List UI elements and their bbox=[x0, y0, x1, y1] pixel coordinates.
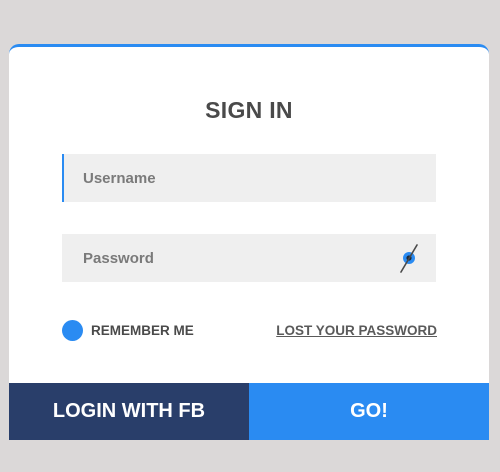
password-input[interactable] bbox=[62, 234, 436, 282]
remember-me-toggle[interactable]: REMEMBER ME bbox=[62, 319, 194, 341]
login-card: SIGN IN REMEMBER ME LOST YOUR PASSWORD L… bbox=[9, 44, 489, 440]
go-button[interactable]: GO! bbox=[249, 383, 489, 440]
radio-filled-icon[interactable] bbox=[62, 319, 83, 341]
username-field[interactable] bbox=[62, 154, 436, 202]
lost-password-link[interactable]: LOST YOUR PASSWORD bbox=[276, 323, 437, 338]
username-input[interactable] bbox=[64, 154, 436, 202]
page-title: SIGN IN bbox=[205, 97, 293, 123]
password-field[interactable] bbox=[62, 234, 436, 282]
remember-me-label: REMEMBER ME bbox=[91, 322, 194, 338]
login-with-fb-button[interactable]: LOGIN WITH FB bbox=[9, 383, 249, 440]
eye-slash-icon[interactable] bbox=[396, 242, 422, 274]
